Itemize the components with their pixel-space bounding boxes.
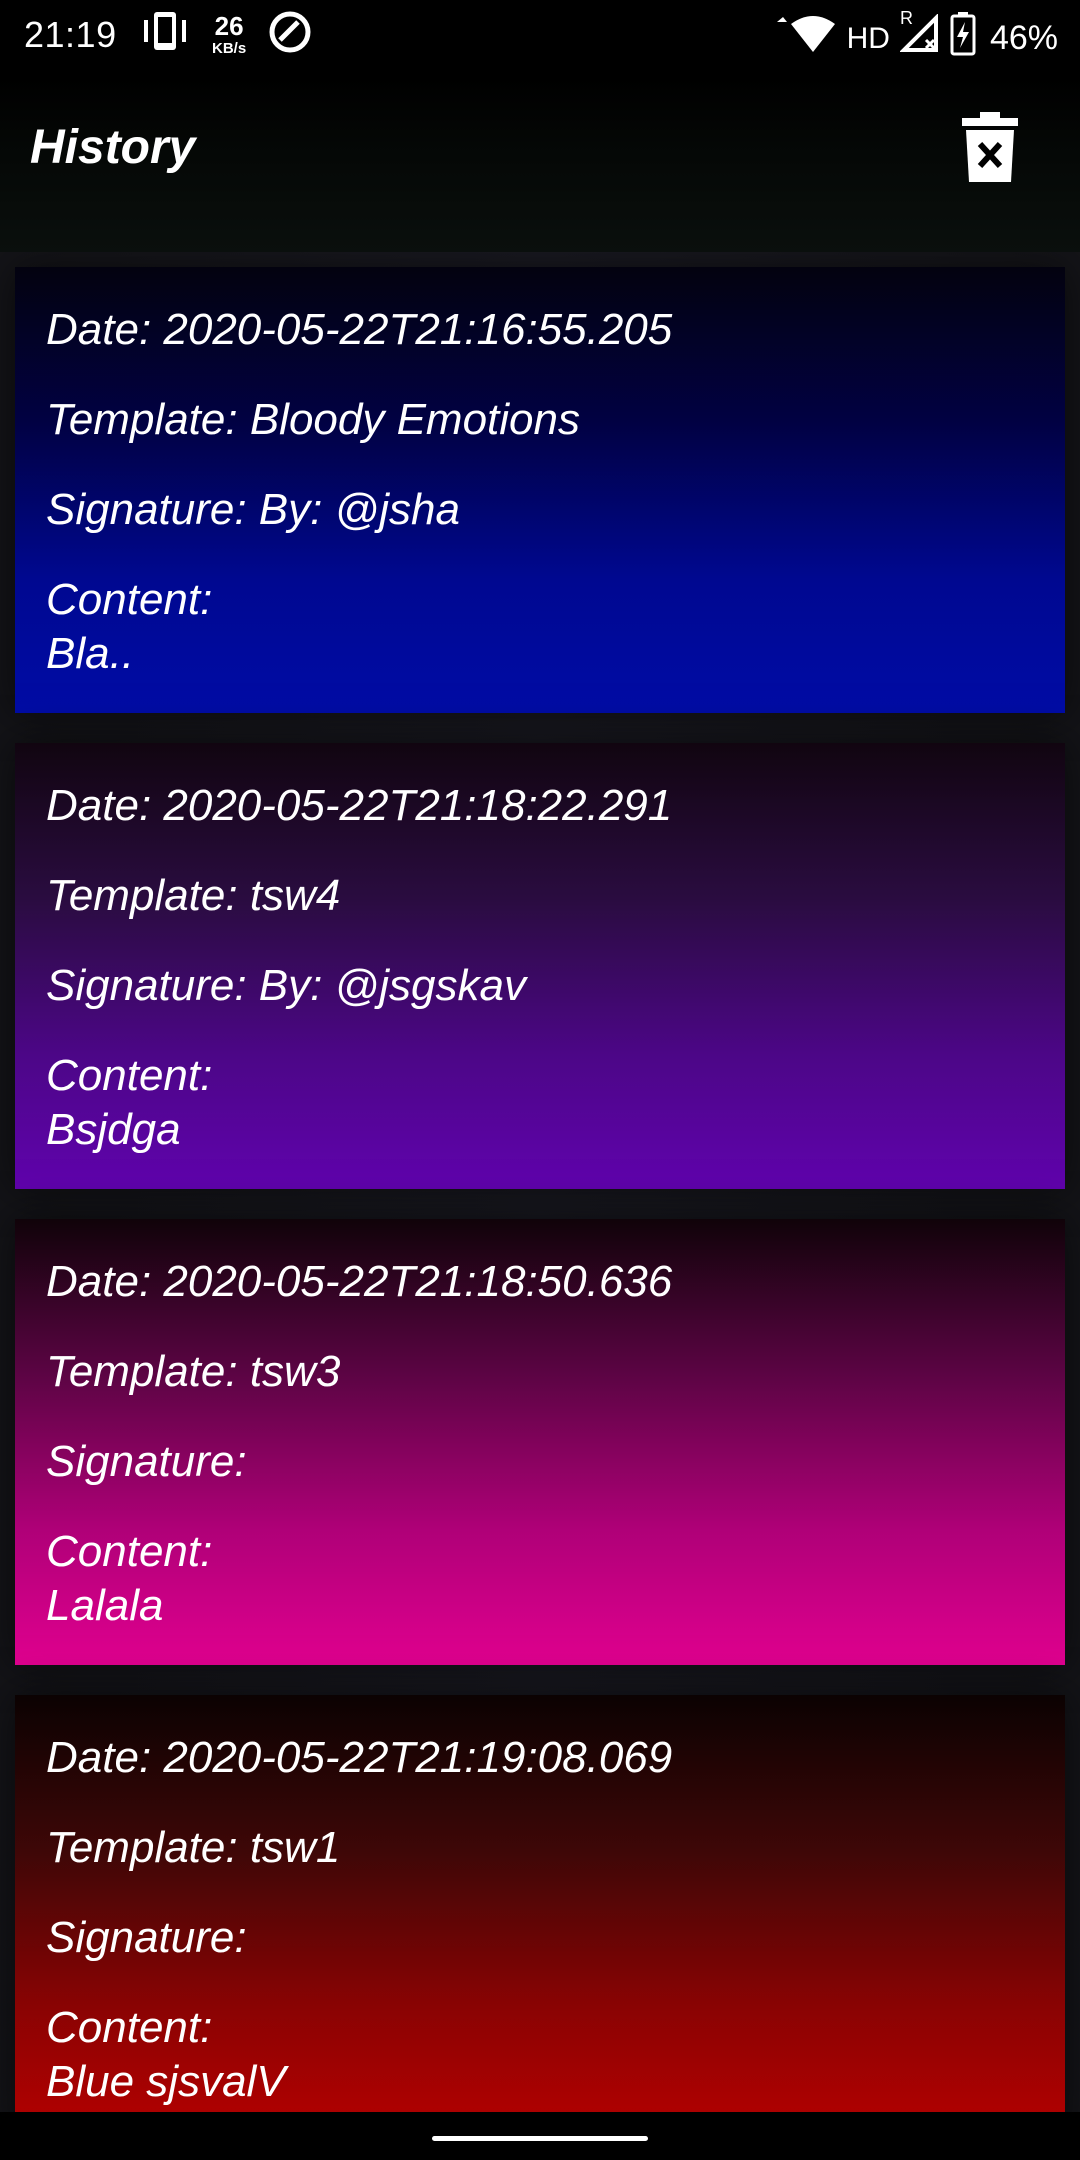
history-card[interactable]: Date: 2020-05-22T21:19:08.069 Template: … — [15, 1695, 1065, 2112]
roaming-label: R — [899, 8, 913, 28]
navigation-bar — [0, 2112, 1080, 2160]
status-bar: 21:19 26 KB/s HD R 46% — [0, 0, 1080, 76]
history-card[interactable]: Date: 2020-05-22T21:18:50.636 Template: … — [15, 1219, 1065, 1665]
card-signature: Signature: By: @jsgskav — [46, 961, 526, 1010]
card-content-label: Content: — [46, 2003, 213, 2052]
card-date: Date: 2020-05-22T21:16:55.205 — [46, 305, 673, 354]
battery-charging-icon — [950, 12, 976, 65]
card-signature: Signature: — [46, 1437, 247, 1486]
status-left-icons: 26 KB/s — [142, 10, 312, 59]
card-content-label: Content: — [46, 1051, 213, 1100]
card-template: Template: tsw3 — [46, 1347, 341, 1396]
history-card[interactable]: Date: 2020-05-22T21:16:55.205 Template: … — [15, 267, 1065, 713]
card-content: Blue sjsvalV — [46, 2057, 286, 2106]
phone-vibrate-icon — [142, 10, 190, 59]
card-date: Date: 2020-05-22T21:19:08.069 — [46, 1733, 673, 1782]
card-signature: Signature: — [46, 1913, 247, 1962]
card-signature: Signature: By: @jsha — [46, 485, 460, 534]
network-speed-unit: KB/s — [212, 40, 247, 57]
card-content-label: Content: — [46, 575, 213, 624]
status-right-icons: HD R 46% — [775, 8, 1058, 65]
data-saver-icon — [268, 10, 312, 59]
card-template: Template: Bloody Emotions — [46, 395, 580, 444]
status-time: 21:19 — [24, 14, 117, 55]
network-type-label: HD — [846, 21, 890, 55]
card-content: Bsjdga — [46, 1105, 181, 1154]
network-speed: 26 KB/s — [212, 13, 246, 56]
card-content: Bla.. — [46, 629, 135, 678]
card-template: Template: tsw4 — [46, 871, 341, 920]
card-date: Date: 2020-05-22T21:18:50.636 — [46, 1257, 673, 1306]
network-speed-value: 26 — [214, 11, 244, 41]
home-gesture-handle[interactable] — [432, 2136, 648, 2141]
card-content-label: Content: — [46, 1527, 213, 1576]
wifi-icon — [775, 14, 837, 63]
trash-x-icon — [962, 112, 1018, 182]
clear-history-button[interactable] — [962, 112, 1018, 184]
card-content: Lalala — [46, 1581, 164, 1630]
signal-roaming-icon: R — [899, 8, 940, 63]
history-list[interactable]: Date: 2020-05-22T21:16:55.205 Template: … — [0, 252, 1080, 2112]
history-card[interactable]: Date: 2020-05-22T21:18:22.291 Template: … — [15, 743, 1065, 1189]
card-date: Date: 2020-05-22T21:18:22.291 — [46, 781, 673, 830]
app-bar: History — [0, 76, 1080, 252]
page-title: History — [30, 121, 196, 174]
battery-percent: 46% — [989, 19, 1058, 57]
card-template: Template: tsw1 — [46, 1823, 341, 1872]
